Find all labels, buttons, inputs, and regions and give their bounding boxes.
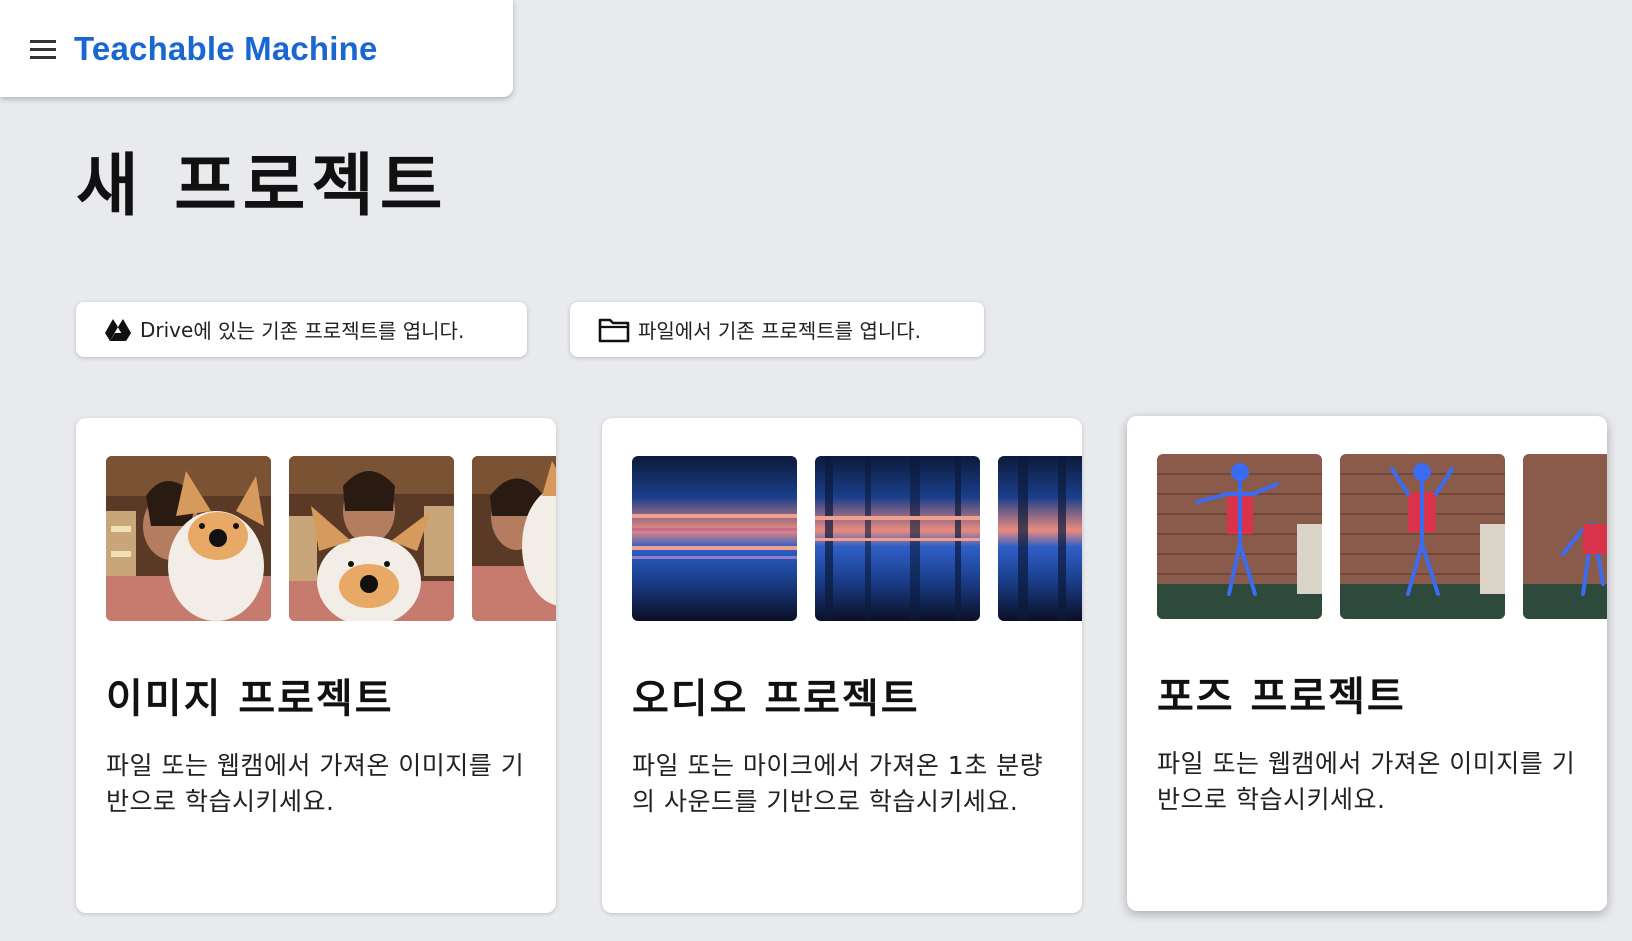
example-image-thumbnail [289, 456, 454, 621]
audio-examples [632, 456, 1082, 621]
audio-project-card[interactable]: 오디오 프로젝트 파일 또는 마이크에서 가져온 1초 분량의 사운드를 기반으… [602, 418, 1082, 913]
card-title: 오디오 프로젝트 [632, 676, 920, 722]
card-title: 이미지 프로젝트 [106, 676, 394, 722]
example-spectrogram-thumbnail [815, 456, 980, 621]
example-image-thumbnail [472, 456, 556, 621]
hamburger-menu-icon[interactable] [26, 32, 60, 66]
example-spectrogram-thumbnail [632, 456, 797, 621]
image-project-card[interactable]: 이미지 프로젝트 파일 또는 웹캠에서 가져온 이미지를 기반으로 학습시키세요… [76, 418, 556, 913]
pose-project-card[interactable]: 포즈 프로젝트 파일 또는 웹캠에서 가져온 이미지를 기반으로 학습시키세요. [1127, 416, 1607, 911]
app-header: Teachable Machine [0, 0, 513, 97]
pose-examples [1157, 454, 1607, 619]
folder-icon [598, 317, 630, 343]
example-pose-thumbnail [1523, 454, 1607, 619]
card-title: 포즈 프로젝트 [1157, 674, 1406, 720]
open-from-drive-button[interactable]: Drive 에 있는 기존 프로젝트를 엽니다. [76, 302, 527, 357]
page-title: 새 프로젝트 [76, 147, 449, 226]
example-image-thumbnail [106, 456, 271, 621]
card-description: 파일 또는 웹캠에서 가져온 이미지를 기반으로 학습시키세요. [106, 751, 525, 816]
drive-button-label-bold: Drive [140, 317, 194, 342]
example-spectrogram-thumbnail [998, 456, 1082, 621]
google-drive-icon [104, 318, 132, 342]
image-examples [106, 456, 556, 621]
drive-button-label: 에 있는 기존 프로젝트를 엽니다. [193, 319, 465, 343]
example-pose-thumbnail [1157, 454, 1322, 619]
card-description: 파일 또는 웹캠에서 가져온 이미지를 기반으로 학습시키세요. [1157, 749, 1576, 814]
card-description: 파일 또는 마이크에서 가져온 1초 분량의 사운드를 기반으로 학습시키세요. [632, 751, 1044, 816]
file-button-label: 파일에서 기존 프로젝트를 엽니다. [638, 319, 922, 343]
app-logo[interactable]: Teachable Machine [74, 30, 378, 68]
open-from-file-button[interactable]: 파일에서 기존 프로젝트를 엽니다. [570, 302, 984, 357]
example-pose-thumbnail [1340, 454, 1505, 619]
